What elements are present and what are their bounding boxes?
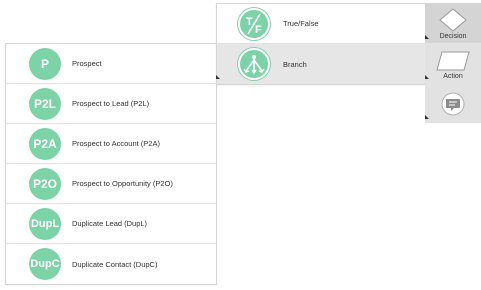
submenu-indicator <box>425 75 429 79</box>
menu-item-p2l[interactable]: P2L Prospect to Lead (P2L) <box>6 84 216 124</box>
menu-item-prospect[interactable]: P Prospect <box>6 44 216 84</box>
menu-item-label: Branch <box>283 59 307 69</box>
p2a-badge-icon: P2A <box>29 127 61 160</box>
comment-tool[interactable] <box>425 83 481 123</box>
prospect-badge-icon: P <box>29 47 61 80</box>
menu-item-dupc[interactable]: DupC Duplicate Contact (DupC) <box>6 244 216 284</box>
submenu-indicator <box>216 75 220 79</box>
dupl-badge-icon: DupL <box>29 207 61 240</box>
comment-icon <box>441 92 465 116</box>
parallelogram-icon <box>436 51 470 71</box>
action-tool[interactable]: Action <box>425 43 481 83</box>
submenu-indicator <box>425 35 429 39</box>
menu-item-label: Prospect to Account (P2A) <box>72 139 160 148</box>
menu-item-label: Duplicate Lead (DupL) <box>72 219 148 228</box>
branch-icon <box>238 48 270 80</box>
action-tool-label: Action <box>443 73 463 80</box>
menu-item-branch[interactable]: Branch <box>217 44 425 84</box>
conversion-type-menu: P Prospect P2L Prospect to Lead (P2L) P2… <box>5 43 217 285</box>
svg-text:F: F <box>255 24 262 36</box>
menu-item-label: Prospect to Lead (P2L) <box>72 99 150 108</box>
dupc-badge-icon: DupC <box>29 248 61 280</box>
menu-item-dupl[interactable]: DupL Duplicate Lead (DupL) <box>6 204 216 244</box>
true-false-icon: T F <box>238 7 270 40</box>
menu-item-label: Prospect <box>72 59 102 68</box>
p2o-badge-icon: P2O <box>29 167 61 200</box>
menu-item-p2o[interactable]: P2O Prospect to Opportunity (P2O) <box>6 164 216 204</box>
menu-item-p2a[interactable]: P2A Prospect to Account (P2A) <box>6 124 216 164</box>
diamond-icon <box>439 8 467 32</box>
menu-item-label: Duplicate Contact (DupC) <box>72 259 158 269</box>
svg-text:T: T <box>246 16 253 28</box>
menu-item-true-false[interactable]: T F True/False <box>217 4 425 44</box>
menu-item-label: Prospect to Opportunity (P2O) <box>72 179 173 188</box>
menu-item-label: True/False <box>283 19 319 28</box>
shape-palette: Decision Action <box>425 3 481 123</box>
decision-type-menu: T F True/False Branch <box>216 3 426 85</box>
decision-tool[interactable]: Decision <box>425 3 481 43</box>
p2l-badge-icon: P2L <box>29 87 61 120</box>
decision-tool-label: Decision <box>439 33 467 40</box>
submenu-indicator <box>425 115 429 119</box>
